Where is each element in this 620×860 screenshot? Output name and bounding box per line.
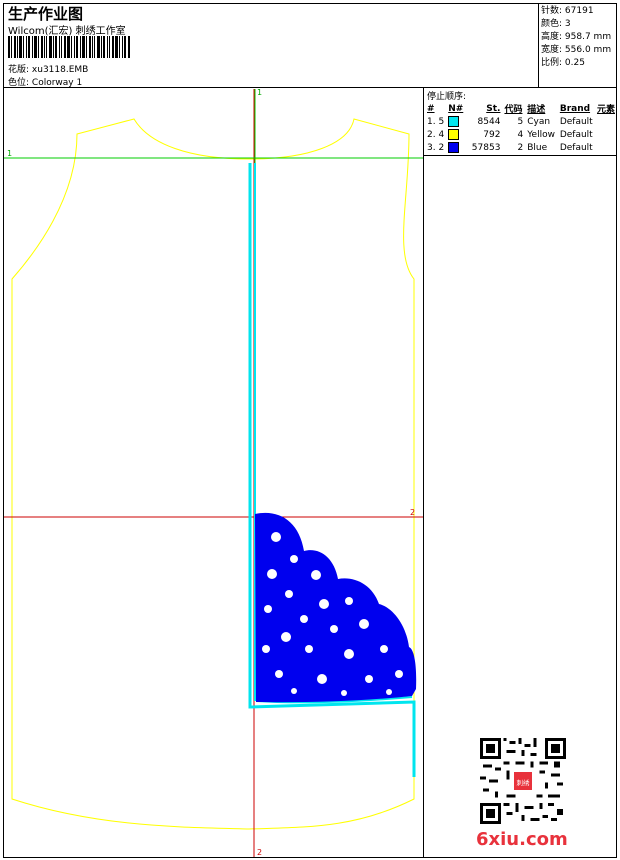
col-brand: Brand [559,103,591,114]
stop-sequence-legend: 停止顺序: # N# St. 代码 描述 Brand 元素 1. 5 8544 … [425,89,617,154]
barcode [8,36,130,58]
color-swatch [448,116,460,127]
stat-scale: 比例: 0.25 [541,58,585,68]
legend-row: 3. 2 57853 2 Blue Default [427,142,593,153]
color-swatch [448,142,460,153]
page-title: 生产作业图 [8,5,84,23]
legend-row: 2. 4 792 4 Yellow Default [427,129,593,140]
qr-code: 刺绣 [480,738,566,824]
qr-stamp-text: 刺绣 [516,778,530,787]
design-file-value: xu3118.EMB [31,65,89,75]
stat-stitches: 针数: 67191 [541,6,594,16]
embroidery-canvas: 1 1 2 2 [4,89,423,857]
legend-bottom-divider [423,155,617,156]
legend-divider [423,87,424,858]
marker-1-top: 1 [257,89,262,97]
stat-height: 高度: 958.7 mm [541,32,612,42]
stats-divider [538,3,539,87]
legend-row: 1. 5 8544 5 Cyan Default [427,116,593,127]
stat-colors: 颜色: 3 [541,19,571,29]
col-needle: N# [448,103,464,114]
legend-header-row: # N# St. 代码 描述 Brand 元素 [425,102,617,116]
watermark-text: 6xiu.com [476,829,568,850]
design-file-label: 花版: [8,65,30,75]
col-code: 代码 [504,105,523,115]
studio-name: Wilcom(汇宏) 刺绣工作室 [8,26,126,37]
col-stitches: St. [486,103,501,114]
legend-table: # N# St. 代码 描述 Brand 元素 1. 5 8544 5 Cyan… [425,102,617,154]
header-divider [3,87,617,88]
color-swatch [448,129,460,140]
col-element: 元素 [596,105,615,115]
legend-title: 停止顺序: [427,92,467,102]
stat-width: 宽度: 556.0 mm [541,45,612,55]
marker-2-bottom: 2 [257,848,262,857]
marker-1-left: 1 [7,149,12,158]
garment-outline [11,118,415,830]
col-index: # [427,103,435,114]
stats-panel: 针数: 67191 颜色: 3 高度: 958.7 mm 宽度: 556.0 m… [541,5,611,70]
design-file-row: 花版: xu3118.EMB [8,62,88,75]
col-description: 描述 [527,105,546,115]
marker-2-right: 2 [410,508,415,517]
